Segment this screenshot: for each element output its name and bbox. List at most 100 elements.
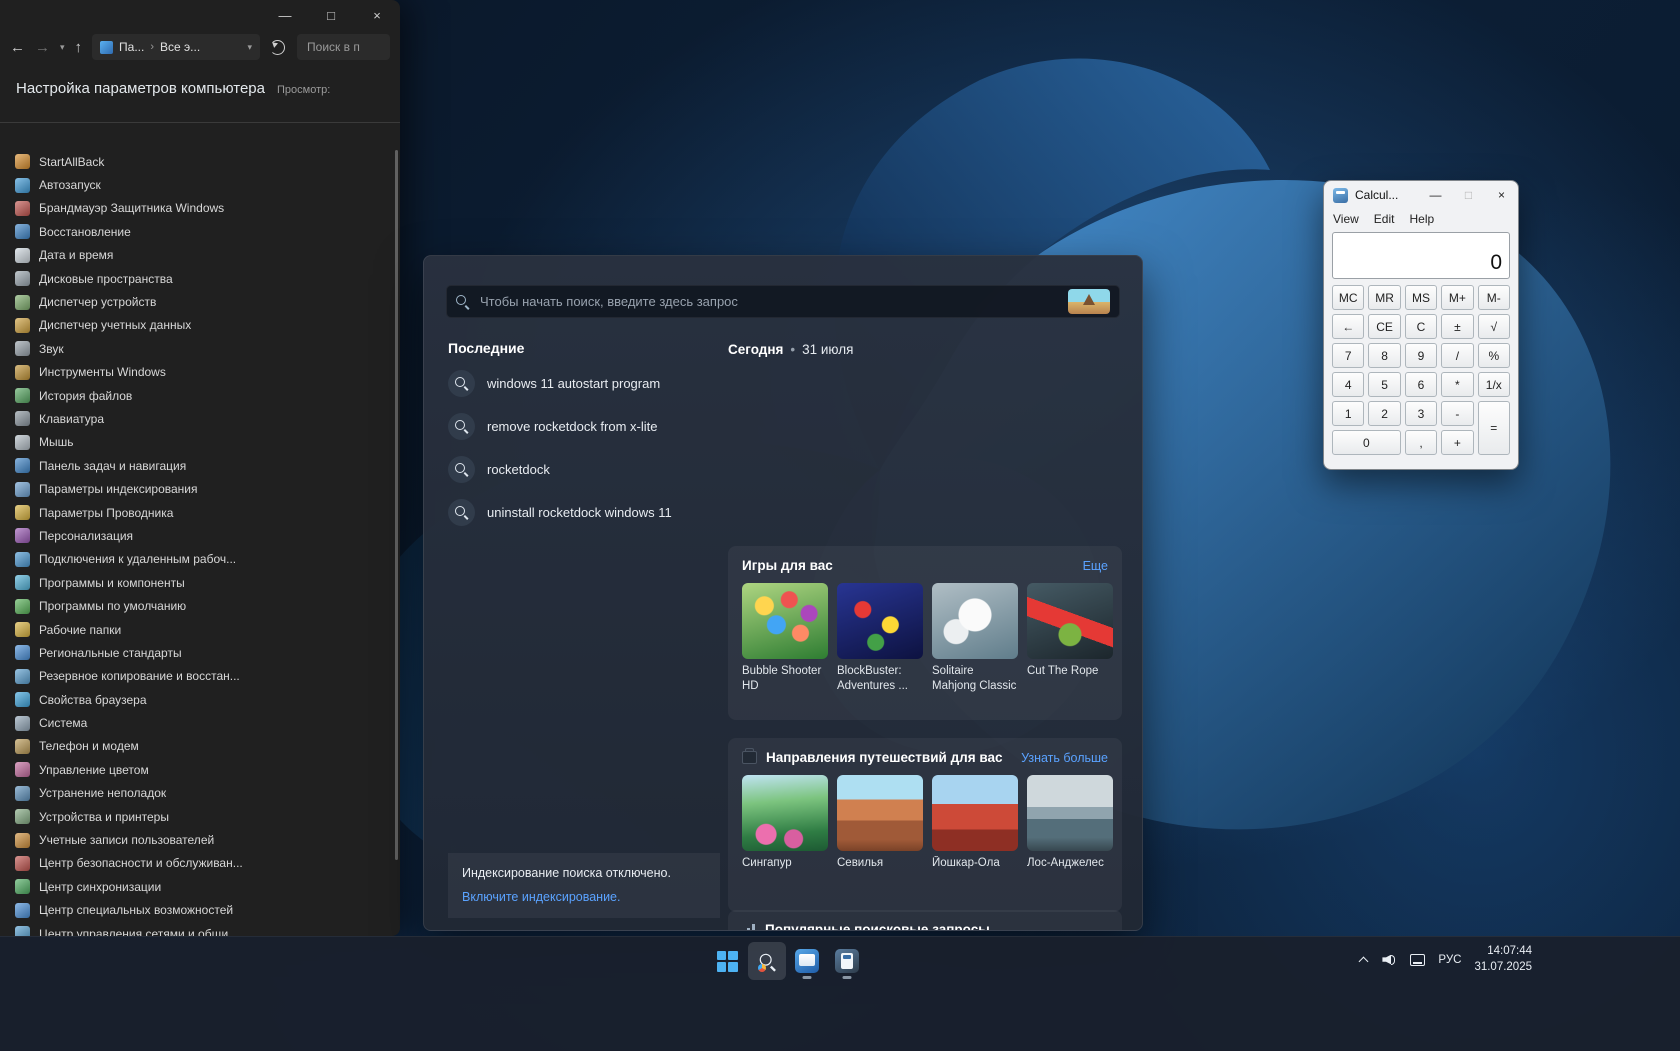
calc-button[interactable]: 7 — [1332, 343, 1364, 368]
calc-button[interactable]: % — [1478, 343, 1510, 368]
control-panel-item[interactable]: Программы по умолчанию — [0, 594, 394, 617]
control-panel-item[interactable]: Устранение неполадок — [0, 782, 394, 805]
control-panel-item[interactable]: Свойства браузера — [0, 688, 394, 711]
control-panel-item[interactable]: StartAllBack — [0, 150, 394, 173]
hidden-icons-chevron-icon[interactable] — [1359, 955, 1369, 964]
calc-button[interactable]: 6 — [1405, 372, 1437, 397]
address-dropdown-icon[interactable]: ▾ — [248, 42, 253, 53]
control-panel-item[interactable]: Инструменты Windows — [0, 361, 394, 384]
calc-button[interactable]: 1 — [1332, 401, 1364, 426]
recent-search-item[interactable]: rocketdock — [448, 452, 720, 486]
history-dropdown-icon[interactable]: ▾ — [60, 42, 65, 53]
up-icon[interactable]: ↑ — [75, 40, 83, 55]
control-panel-item[interactable]: Управление цветом — [0, 758, 394, 781]
scrollbar-thumb[interactable] — [395, 150, 398, 860]
control-panel-titlebar[interactable]: — □ × — [0, 0, 400, 30]
calc-button[interactable]: , — [1405, 430, 1437, 455]
calc-button[interactable]: CE — [1368, 314, 1400, 339]
maximize-button[interactable]: □ — [1452, 182, 1485, 209]
calc-button[interactable]: + — [1441, 430, 1473, 455]
calc-button[interactable]: / — [1441, 343, 1473, 368]
control-panel-taskbar-button[interactable] — [788, 942, 826, 980]
control-panel-item[interactable]: Дата и время — [0, 244, 394, 267]
control-panel-item[interactable]: Телефон и модем — [0, 735, 394, 758]
recent-search-item[interactable]: windows 11 autostart program — [448, 366, 720, 400]
game-tile[interactable]: Solitaire Mahjong Classic — [932, 583, 1018, 694]
calc-button[interactable]: M- — [1478, 285, 1510, 310]
control-panel-item[interactable]: Параметры Проводника — [0, 501, 394, 524]
games-more-link[interactable]: Еще — [1083, 559, 1108, 573]
enable-indexing-link[interactable]: Включите индексирование. — [462, 889, 620, 906]
calculator-taskbar-button[interactable] — [828, 942, 866, 980]
calc-button[interactable]: MC — [1332, 285, 1364, 310]
calc-button[interactable]: √ — [1478, 314, 1510, 339]
calc-button[interactable]: 5 — [1368, 372, 1400, 397]
control-panel-item[interactable]: История файлов — [0, 384, 394, 407]
control-panel-item[interactable]: Диспетчер устройств — [0, 290, 394, 313]
refresh-icon[interactable] — [270, 40, 285, 55]
explorer-search-box[interactable] — [297, 34, 390, 60]
recent-search-item[interactable]: uninstall rocketdock windows 11 — [448, 495, 720, 529]
control-panel-item[interactable]: Восстановление — [0, 220, 394, 243]
calc-button[interactable]: MS — [1405, 285, 1437, 310]
control-panel-item[interactable]: Дисковые пространства — [0, 267, 394, 290]
calc-button[interactable]: 0 — [1332, 430, 1401, 455]
back-icon[interactable]: ← — [10, 40, 25, 55]
clock[interactable]: 14:07:44 31.07.2025 — [1474, 944, 1532, 975]
minimize-button[interactable]: — — [1419, 182, 1452, 209]
breadcrumb-root[interactable]: Па... — [119, 40, 144, 54]
control-panel-item[interactable]: Панель задач и навигация — [0, 454, 394, 477]
control-panel-item[interactable]: Региональные стандарты — [0, 641, 394, 664]
calc-button[interactable]: ← — [1332, 314, 1364, 339]
control-panel-item[interactable]: Устройства и принтеры — [0, 805, 394, 828]
calc-button[interactable]: 9 — [1405, 343, 1437, 368]
control-panel-item[interactable]: Центр специальных возможностей — [0, 899, 394, 922]
calc-button[interactable]: 3 — [1405, 401, 1437, 426]
calc-button[interactable]: = — [1478, 401, 1510, 455]
calc-button[interactable]: 8 — [1368, 343, 1400, 368]
recent-search-item[interactable]: remove rocketdock from x-lite — [448, 409, 720, 443]
control-panel-item[interactable]: Клавиатура — [0, 407, 394, 430]
search-highlights-icon[interactable] — [1068, 289, 1110, 314]
explorer-search-input[interactable] — [305, 39, 382, 55]
control-panel-item[interactable]: Центр управления сетями и общи... — [0, 922, 394, 936]
maximize-button[interactable]: □ — [308, 0, 354, 30]
search-input[interactable] — [478, 293, 1059, 310]
game-tile[interactable]: BlockBuster: Adventures ... — [837, 583, 923, 694]
search-box[interactable] — [446, 285, 1120, 318]
menu-item[interactable]: Help — [1409, 212, 1434, 226]
control-panel-item[interactable]: Параметры индексирования — [0, 477, 394, 500]
calc-button[interactable]: MR — [1368, 285, 1400, 310]
search-taskbar-button[interactable] — [748, 942, 786, 980]
calculator-titlebar[interactable]: Calcul... — □ × — [1324, 181, 1518, 209]
travel-more-link[interactable]: Узнать больше — [1021, 751, 1108, 765]
control-panel-item[interactable]: Мышь — [0, 431, 394, 454]
control-panel-item[interactable]: Программы и компоненты — [0, 571, 394, 594]
language-indicator[interactable]: РУС — [1438, 954, 1461, 966]
menu-item[interactable]: Edit — [1374, 212, 1395, 226]
calc-button[interactable]: - — [1441, 401, 1473, 426]
game-tile[interactable]: Cut The Rope — [1027, 583, 1113, 694]
close-button[interactable]: × — [1485, 182, 1518, 209]
control-panel-item[interactable]: Центр безопасности и обслуживан... — [0, 852, 394, 875]
menu-item[interactable]: View — [1333, 212, 1359, 226]
control-panel-item[interactable]: Автозапуск — [0, 173, 394, 196]
control-panel-item[interactable]: Система — [0, 711, 394, 734]
volume-icon[interactable] — [1382, 953, 1397, 967]
close-button[interactable]: × — [354, 0, 400, 30]
calc-button[interactable]: M+ — [1441, 285, 1473, 310]
calc-button[interactable]: ± — [1441, 314, 1473, 339]
calc-button[interactable]: 4 — [1332, 372, 1364, 397]
travel-tile[interactable]: Севилья — [837, 775, 923, 871]
control-panel-item[interactable]: Резервное копирование и восстан... — [0, 665, 394, 688]
breadcrumb-leaf[interactable]: Все э... — [160, 40, 200, 54]
travel-tile[interactable]: Сингапур — [742, 775, 828, 871]
calc-button[interactable]: * — [1441, 372, 1473, 397]
travel-tile[interactable]: Лос-Анджелес — [1027, 775, 1113, 871]
calc-button[interactable]: 2 — [1368, 401, 1400, 426]
control-panel-item[interactable]: Подключения к удаленным рабоч... — [0, 548, 394, 571]
control-panel-item[interactable]: Звук — [0, 337, 394, 360]
control-panel-item[interactable]: Диспетчер учетных данных — [0, 314, 394, 337]
game-tile[interactable]: Bubble Shooter HD — [742, 583, 828, 694]
calc-button[interactable]: C — [1405, 314, 1437, 339]
